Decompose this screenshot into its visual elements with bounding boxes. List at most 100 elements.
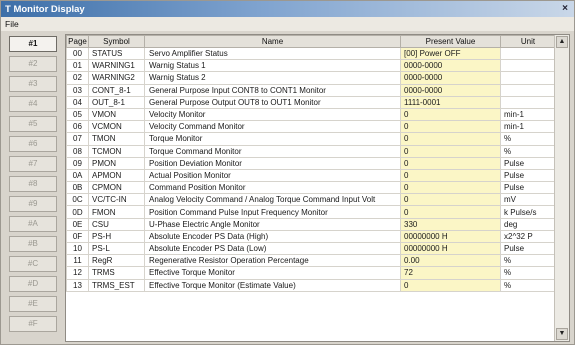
table-row[interactable]: 05 VMON Velocity Monitor 0 min-1 — [66, 107, 556, 122]
cell-page: 0E — [66, 217, 89, 231]
cell-page: 0B — [66, 181, 89, 195]
cell-unit: deg — [500, 217, 556, 231]
cell-name: Regenerative Resistor Operation Percenta… — [144, 254, 401, 268]
page-button[interactable]: #8 — [9, 176, 57, 192]
page-button[interactable]: #5 — [9, 116, 57, 132]
column-header-name[interactable]: Name — [144, 35, 401, 48]
cell-symbol: WARNING2 — [88, 71, 145, 85]
cell-present-value: 00000000 H — [400, 241, 501, 256]
table-row[interactable]: 00 STATUS Servo Amplifier Status [00] Power… — [66, 46, 556, 61]
page-button[interactable]: #7 — [9, 156, 57, 172]
page-button[interactable]: #E — [9, 296, 57, 312]
table-row[interactable]: 0D FMON Position Command Pulse Input Frequ… — [66, 205, 556, 219]
cell-page: 06 — [66, 120, 89, 134]
scroll-down-icon[interactable]: ▼ — [556, 328, 568, 340]
column-header-present-value[interactable]: Present Value — [400, 35, 501, 48]
cell-name: Velocity Command Monitor — [144, 120, 401, 134]
page-button[interactable]: #4 — [9, 96, 57, 112]
column-header-unit[interactable]: Unit — [500, 35, 556, 48]
cell-name: General Purpose Input CONT8 to CONT1 Mon… — [144, 83, 401, 97]
cell-present-value: 0 — [400, 107, 501, 122]
cell-symbol: PS-H — [88, 229, 145, 244]
cell-page: 0C — [66, 193, 89, 207]
cell-unit: % — [500, 254, 556, 268]
cell-name: Absolute Encoder PS Data (High) — [144, 229, 401, 244]
table-row[interactable]: 11 RegR Regenerative Resistor Operation Pe… — [66, 254, 556, 268]
cell-symbol: VCMON — [88, 120, 145, 134]
cell-name: Servo Amplifier Status — [144, 46, 401, 61]
page-button[interactable]: #F — [9, 316, 57, 332]
cell-symbol: WARNING1 — [88, 59, 145, 73]
title-bar[interactable]: T Monitor Display × — [1, 1, 574, 17]
table-row[interactable]: 12 TRMS Effective Torque Monitor 72% — [66, 266, 556, 280]
cell-unit: % — [500, 266, 556, 280]
cell-page: 10 — [66, 241, 89, 256]
column-header-symbol[interactable]: Symbol — [88, 35, 145, 48]
table-header-row: Page Symbol Name Present Value Unit — [66, 35, 556, 48]
cell-unit: Pulse — [500, 181, 556, 195]
scroll-up-icon[interactable]: ▲ — [556, 36, 568, 48]
cell-name: Effective Torque Monitor (Estimate Value… — [144, 278, 401, 292]
vertical-scrollbar[interactable]: ▲ ▼ — [554, 35, 569, 341]
table-row[interactable]: 09 PMON Position Deviation Monitor 0 Pulse — [66, 156, 556, 170]
cell-present-value: 0000-0000 — [400, 71, 501, 85]
cell-symbol: STATUS — [88, 46, 145, 61]
page-button[interactable]: #C — [9, 256, 57, 272]
cell-page: 02 — [66, 71, 89, 85]
table-row[interactable]: 04 OUT_8-1 General Purpose Output OUT8 to … — [66, 95, 556, 109]
cell-present-value: 0000-0000 — [400, 83, 501, 97]
cell-present-value: 0 — [400, 181, 501, 195]
page-button[interactable]: #B — [9, 236, 57, 252]
cell-present-value: [00] Power OFF — [400, 46, 501, 61]
cell-page: 03 — [66, 83, 89, 97]
cell-symbol: CPMON — [88, 181, 145, 195]
column-header-page[interactable]: Page — [66, 35, 89, 48]
table-row[interactable]: 0A APMON Actual Position Monitor 0 Pulse — [66, 168, 556, 183]
page-button[interactable]: #2 — [9, 56, 57, 72]
page-button[interactable]: #9 — [9, 196, 57, 212]
table-row[interactable]: 08 TCMON Torque Command Monitor 0% — [66, 144, 556, 158]
table-row[interactable]: 02 WARNING2 Warnig Status 2 0000-0000 — [66, 71, 556, 85]
table-row[interactable]: 01 WARNING1 Warnig Status 1 0000-0000 — [66, 59, 556, 73]
page-button[interactable]: #1 — [9, 36, 57, 52]
cell-symbol: RegR — [88, 254, 145, 268]
table-row[interactable]: 0F PS-H Absolute Encoder PS Data (High) 000… — [66, 229, 556, 244]
cell-name: Warnig Status 2 — [144, 71, 401, 85]
cell-symbol: VC/TC-IN — [88, 193, 145, 207]
cell-symbol: OUT_8-1 — [88, 95, 145, 109]
cell-symbol: TCMON — [88, 144, 145, 158]
cell-unit — [500, 46, 556, 61]
close-icon[interactable]: × — [559, 3, 571, 15]
cell-symbol: FMON — [88, 205, 145, 219]
table-row[interactable]: 0C VC/TC-IN Analog Velocity Command / Anal… — [66, 193, 556, 207]
table-row[interactable]: 0E CSU U-Phase Electric Angle Monitor 330 de… — [66, 217, 556, 231]
page-button[interactable]: #3 — [9, 76, 57, 92]
cell-symbol: PMON — [88, 156, 145, 170]
table-row[interactable]: 10 PS-L Absolute Encoder PS Data (Low) 0000… — [66, 241, 556, 256]
cell-name: Command Position Monitor — [144, 181, 401, 195]
cell-symbol: VMON — [88, 107, 145, 122]
cell-unit: min-1 — [500, 107, 556, 122]
cell-present-value: 0 — [400, 156, 501, 170]
cell-present-value: 72 — [400, 266, 501, 280]
cell-page: 05 — [66, 107, 89, 122]
cell-name: Warnig Status 1 — [144, 59, 401, 73]
cell-symbol: PS-L — [88, 241, 145, 256]
table-row[interactable]: 13 TRMS_EST Effective Torque Monitor (Esti… — [66, 278, 556, 292]
cell-unit: Pulse — [500, 156, 556, 170]
page-button[interactable]: #D — [9, 276, 57, 292]
cell-present-value: 0 — [400, 193, 501, 207]
table-row[interactable]: 03 CONT_8-1 General Purpose Input CONT8 to… — [66, 83, 556, 97]
menu-file[interactable]: File — [1, 19, 23, 29]
page-button[interactable]: #6 — [9, 136, 57, 152]
cell-symbol: TRMS — [88, 266, 145, 280]
cell-unit: k Pulse/s — [500, 205, 556, 219]
table-row[interactable]: 0B CPMON Command Position Monitor 0 Pulse — [66, 181, 556, 195]
table-row[interactable]: 07 TMON Torque Monitor 0% — [66, 132, 556, 146]
cell-page: 12 — [66, 266, 89, 280]
cell-unit: min-1 — [500, 120, 556, 134]
page-button[interactable]: #A — [9, 216, 57, 232]
table-row[interactable]: 06 VCMON Velocity Command Monitor 0 min-1 — [66, 120, 556, 134]
cell-name: Torque Command Monitor — [144, 144, 401, 158]
cell-page: 0F — [66, 229, 89, 244]
